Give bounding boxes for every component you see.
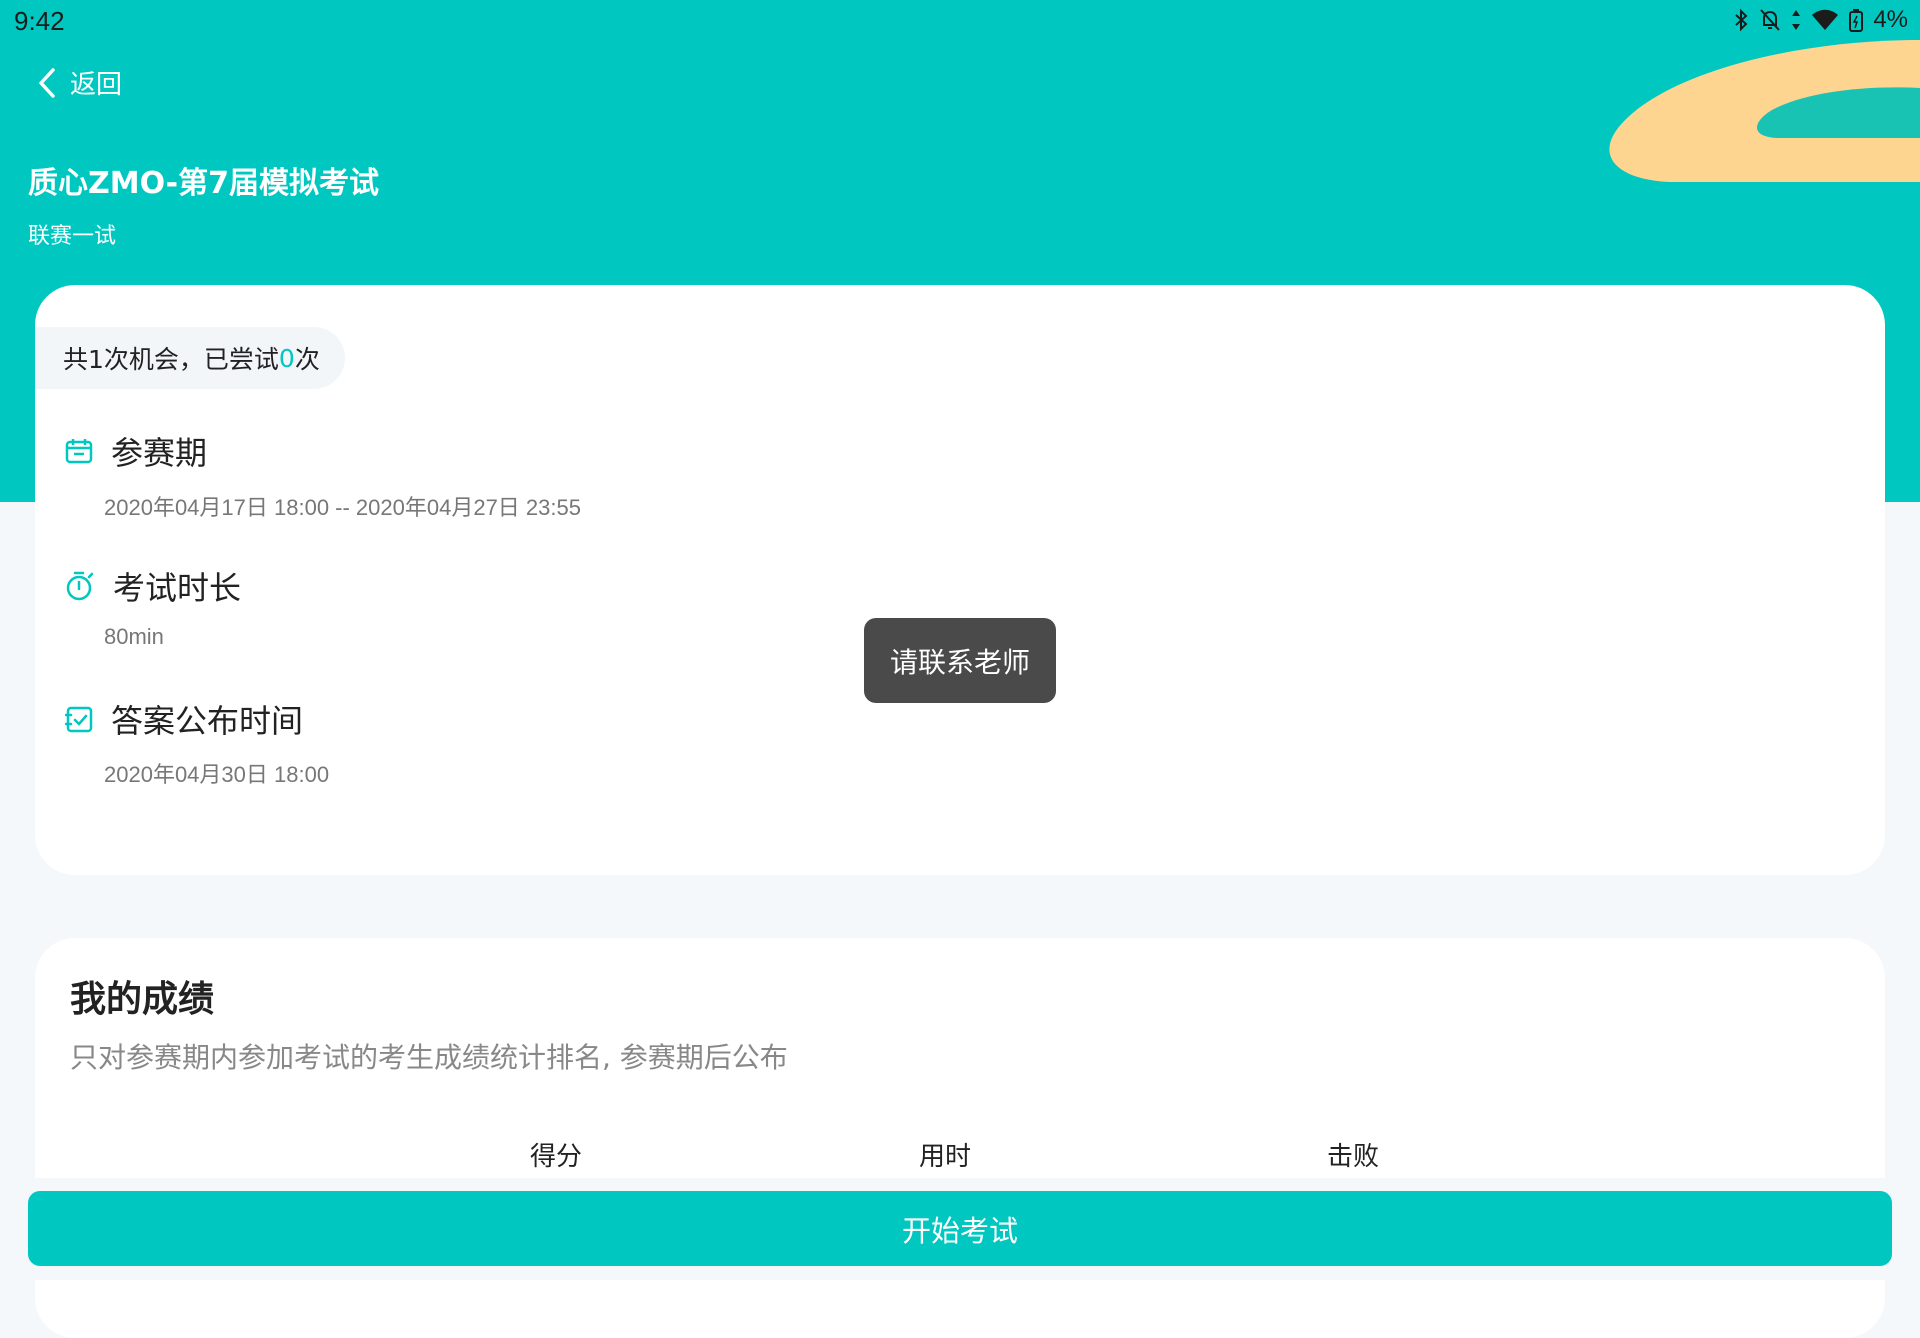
back-label: 返回 [70,70,123,100]
answer-time-value: 2020年04月30日 18:00 [104,762,330,787]
notifications-off-icon [1760,9,1781,31]
status-bar: 9:42 4% [0,0,1920,44]
period-row: 参赛期 [65,428,207,474]
calendar-icon [65,439,93,464]
back-button[interactable]: 返回 [38,64,122,101]
bluetooth-icon [1735,8,1748,32]
status-time: 9:42 [14,6,65,36]
page-subtitle: 联赛一试 [28,224,117,249]
score-title: 我的成绩 [70,979,215,1020]
status-icons: 4% [1733,6,1908,34]
chevron-left-icon [39,67,55,98]
data-transfer-icon [1792,10,1801,30]
exam-info-card: 共1次机会，已尝试 0 次 参赛期 2020年04月17日 18:00 -- 202… [35,285,1885,875]
stopwatch-icon [66,571,94,601]
answer-time-label: 答案公布时间 [111,702,304,740]
attempts-count: 0 [278,343,295,373]
score-column-time: 用时 [918,1142,972,1172]
attempts-badge: 共1次机会，已尝试 0 次 [35,327,345,389]
score-description: 只对参赛期内参加考试的考生成绩统计排名, 参赛期后公布 [70,1041,788,1074]
answer-time-row: 答案公布时间 [65,696,303,742]
duration-value: 80min [104,624,164,649]
battery-percentage: 4% [1873,6,1908,33]
period-label: 参赛期 [111,434,208,472]
duration-label: 考试时长 [113,569,242,607]
period-value: 2020年04月17日 18:00 -- 2020年04月27日 23:55 [104,495,581,520]
battery-icon [1849,9,1864,32]
decorative-swoosh [1609,40,1920,182]
checklist-icon [65,706,93,733]
score-column-points: 得分 [529,1142,583,1172]
attempts-suffix: 次 [294,345,320,374]
wifi-icon [1812,9,1839,30]
page-title: 质心ZMO-第7届模拟考试 [28,166,379,201]
duration-row: 考试时长 [65,563,241,609]
start-exam-button[interactable]: 开始考试 [28,1191,1892,1266]
toast-message: 请联系老师 [864,618,1056,703]
score-column-beaten: 击败 [1326,1142,1380,1172]
attempts-prefix: 共1次机会，已尝试 [63,345,279,374]
